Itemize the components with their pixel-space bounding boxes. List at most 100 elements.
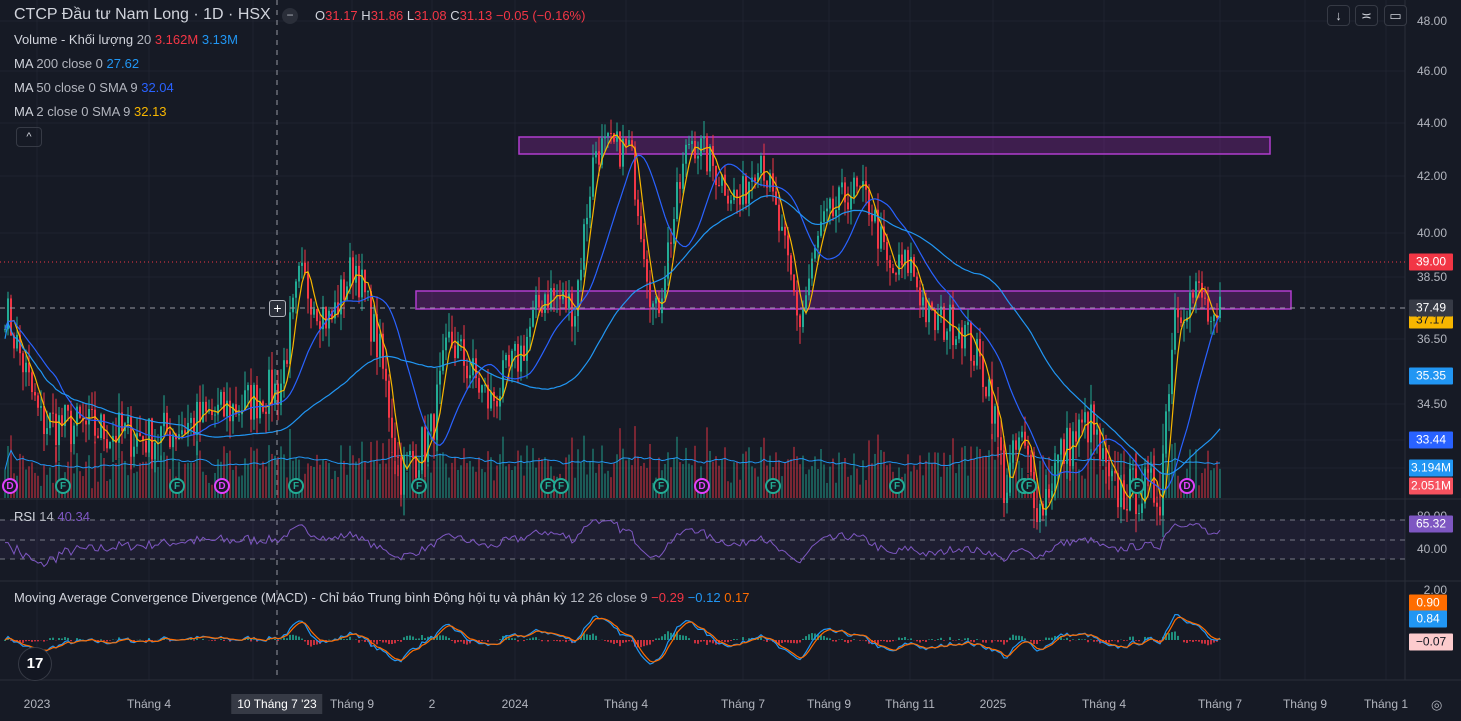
volume-bar xyxy=(52,482,54,498)
candle xyxy=(574,316,576,327)
ma200-badge: 33.44 xyxy=(1409,431,1453,449)
volume-bar xyxy=(829,466,831,498)
volume-bar xyxy=(337,477,339,498)
volume-bar xyxy=(364,461,366,498)
crosshair-add-icon[interactable]: + xyxy=(269,300,286,317)
ma50-legend[interactable]: MA 50 close 0 SMA 9 32.04 xyxy=(14,80,174,95)
macd-histogram-bar xyxy=(802,638,804,640)
financials-event-marker[interactable]: F xyxy=(288,478,304,494)
volume-bar xyxy=(709,450,711,498)
macd-histogram-bar xyxy=(301,638,303,640)
macd-histogram-bar xyxy=(1081,639,1083,640)
candle xyxy=(268,369,270,414)
candle xyxy=(1141,503,1143,514)
macd-histogram-bar xyxy=(1006,640,1008,643)
volume-bar xyxy=(817,468,819,498)
volume-bar xyxy=(136,471,138,498)
candle xyxy=(22,353,24,373)
volume-bar xyxy=(943,452,945,498)
volume-legend[interactable]: Volume - Khối lượng 20 3.162M 3.13M xyxy=(14,32,238,47)
candle xyxy=(745,176,747,204)
volume-bar xyxy=(805,474,807,498)
chart-canvas[interactable] xyxy=(0,0,1461,721)
financials-event-marker[interactable]: F xyxy=(1129,478,1145,494)
dividend-event-marker[interactable]: D xyxy=(214,478,230,494)
settings-eye-icon[interactable]: ◎ xyxy=(1431,697,1442,713)
dividend-event-marker[interactable]: D xyxy=(1179,478,1195,494)
ma200-legend[interactable]: MA 200 close 0 27.62 xyxy=(14,56,139,71)
tradingview-logo[interactable]: 17 xyxy=(18,647,52,681)
volume-bar xyxy=(922,475,924,498)
macd-legend[interactable]: Moving Average Convergence Divergence (M… xyxy=(14,590,750,605)
candle xyxy=(889,259,891,268)
macd-histogram-bar xyxy=(100,639,102,640)
candle xyxy=(901,254,903,266)
price-tick: 40.00 xyxy=(1416,226,1447,240)
macd-histogram-bar xyxy=(697,640,699,644)
volume-bar xyxy=(862,460,864,498)
volume-bar xyxy=(322,459,324,498)
volume-bar xyxy=(601,445,603,498)
macd-histogram-bar xyxy=(1024,638,1026,640)
macd-histogram-bar xyxy=(970,640,972,642)
candle xyxy=(808,278,810,296)
dividend-event-marker[interactable]: D xyxy=(2,478,18,494)
volume-bar xyxy=(835,482,837,498)
rsi-legend[interactable]: RSI 14 40.34 xyxy=(14,509,90,524)
volume-bar xyxy=(442,452,444,498)
candle xyxy=(586,217,588,225)
candle xyxy=(724,174,726,196)
financials-event-marker[interactable]: F xyxy=(169,478,185,494)
candle xyxy=(985,386,987,397)
financials-event-marker[interactable]: F xyxy=(411,478,427,494)
financials-event-marker[interactable]: F xyxy=(889,478,905,494)
candle xyxy=(217,404,219,415)
volume-bar xyxy=(193,462,195,498)
financials-event-marker[interactable]: F xyxy=(1021,478,1037,494)
candle xyxy=(1075,431,1077,442)
financials-event-marker[interactable]: F xyxy=(653,478,669,494)
macd-histogram-bar xyxy=(781,640,783,644)
volume-bar xyxy=(757,476,759,498)
candle xyxy=(514,343,516,351)
candle xyxy=(736,189,738,198)
minimize-legend-button[interactable]: − xyxy=(282,8,298,24)
collapse-pane-button[interactable]: ≍ xyxy=(1355,5,1378,26)
candle xyxy=(481,385,483,393)
volume-bar xyxy=(76,453,78,498)
last-price-badge: 39.00 xyxy=(1409,253,1453,271)
volume-bar xyxy=(736,461,738,498)
candle xyxy=(52,412,54,414)
candle xyxy=(871,214,873,222)
change-value: −0.05 (−0.16%) xyxy=(495,8,586,23)
maximize-pane-button[interactable]: ▭ xyxy=(1384,5,1407,26)
candle xyxy=(304,262,306,274)
macd-histogram-bar xyxy=(526,639,528,640)
volume-bar xyxy=(1102,469,1104,498)
volume-bar xyxy=(508,464,510,498)
financials-event-marker[interactable]: F xyxy=(765,478,781,494)
symbol-title[interactable]: CTCP Đầu tư Nam Long · 1D · HSX xyxy=(14,6,271,24)
candle xyxy=(109,441,111,449)
time-tick: Tháng 9 xyxy=(806,697,852,711)
candle xyxy=(301,262,303,266)
collapse-legend-button[interactable]: ^ xyxy=(16,127,42,147)
dividend-event-marker[interactable]: D xyxy=(694,478,710,494)
macd-histogram-bar xyxy=(610,640,612,643)
candle xyxy=(655,297,657,304)
candle xyxy=(1195,281,1197,298)
volume-bar xyxy=(118,458,120,498)
macd-histogram-bar xyxy=(349,636,351,640)
financials-event-marker[interactable]: F xyxy=(55,478,71,494)
financials-event-marker[interactable]: F xyxy=(553,478,569,494)
macd-histogram-bar xyxy=(58,638,60,640)
candle xyxy=(781,226,783,231)
ma2-legend[interactable]: MA 2 close 0 SMA 9 32.13 xyxy=(14,104,167,119)
macd-histogram-bar xyxy=(397,640,399,642)
close-value: 31.13 xyxy=(459,8,493,23)
scroll-down-button[interactable]: ↓ xyxy=(1327,5,1350,26)
macd-histogram-bar xyxy=(925,640,927,643)
price-tick: 38.50 xyxy=(1416,270,1447,284)
volume-bar xyxy=(331,479,333,498)
candle xyxy=(1219,296,1221,318)
